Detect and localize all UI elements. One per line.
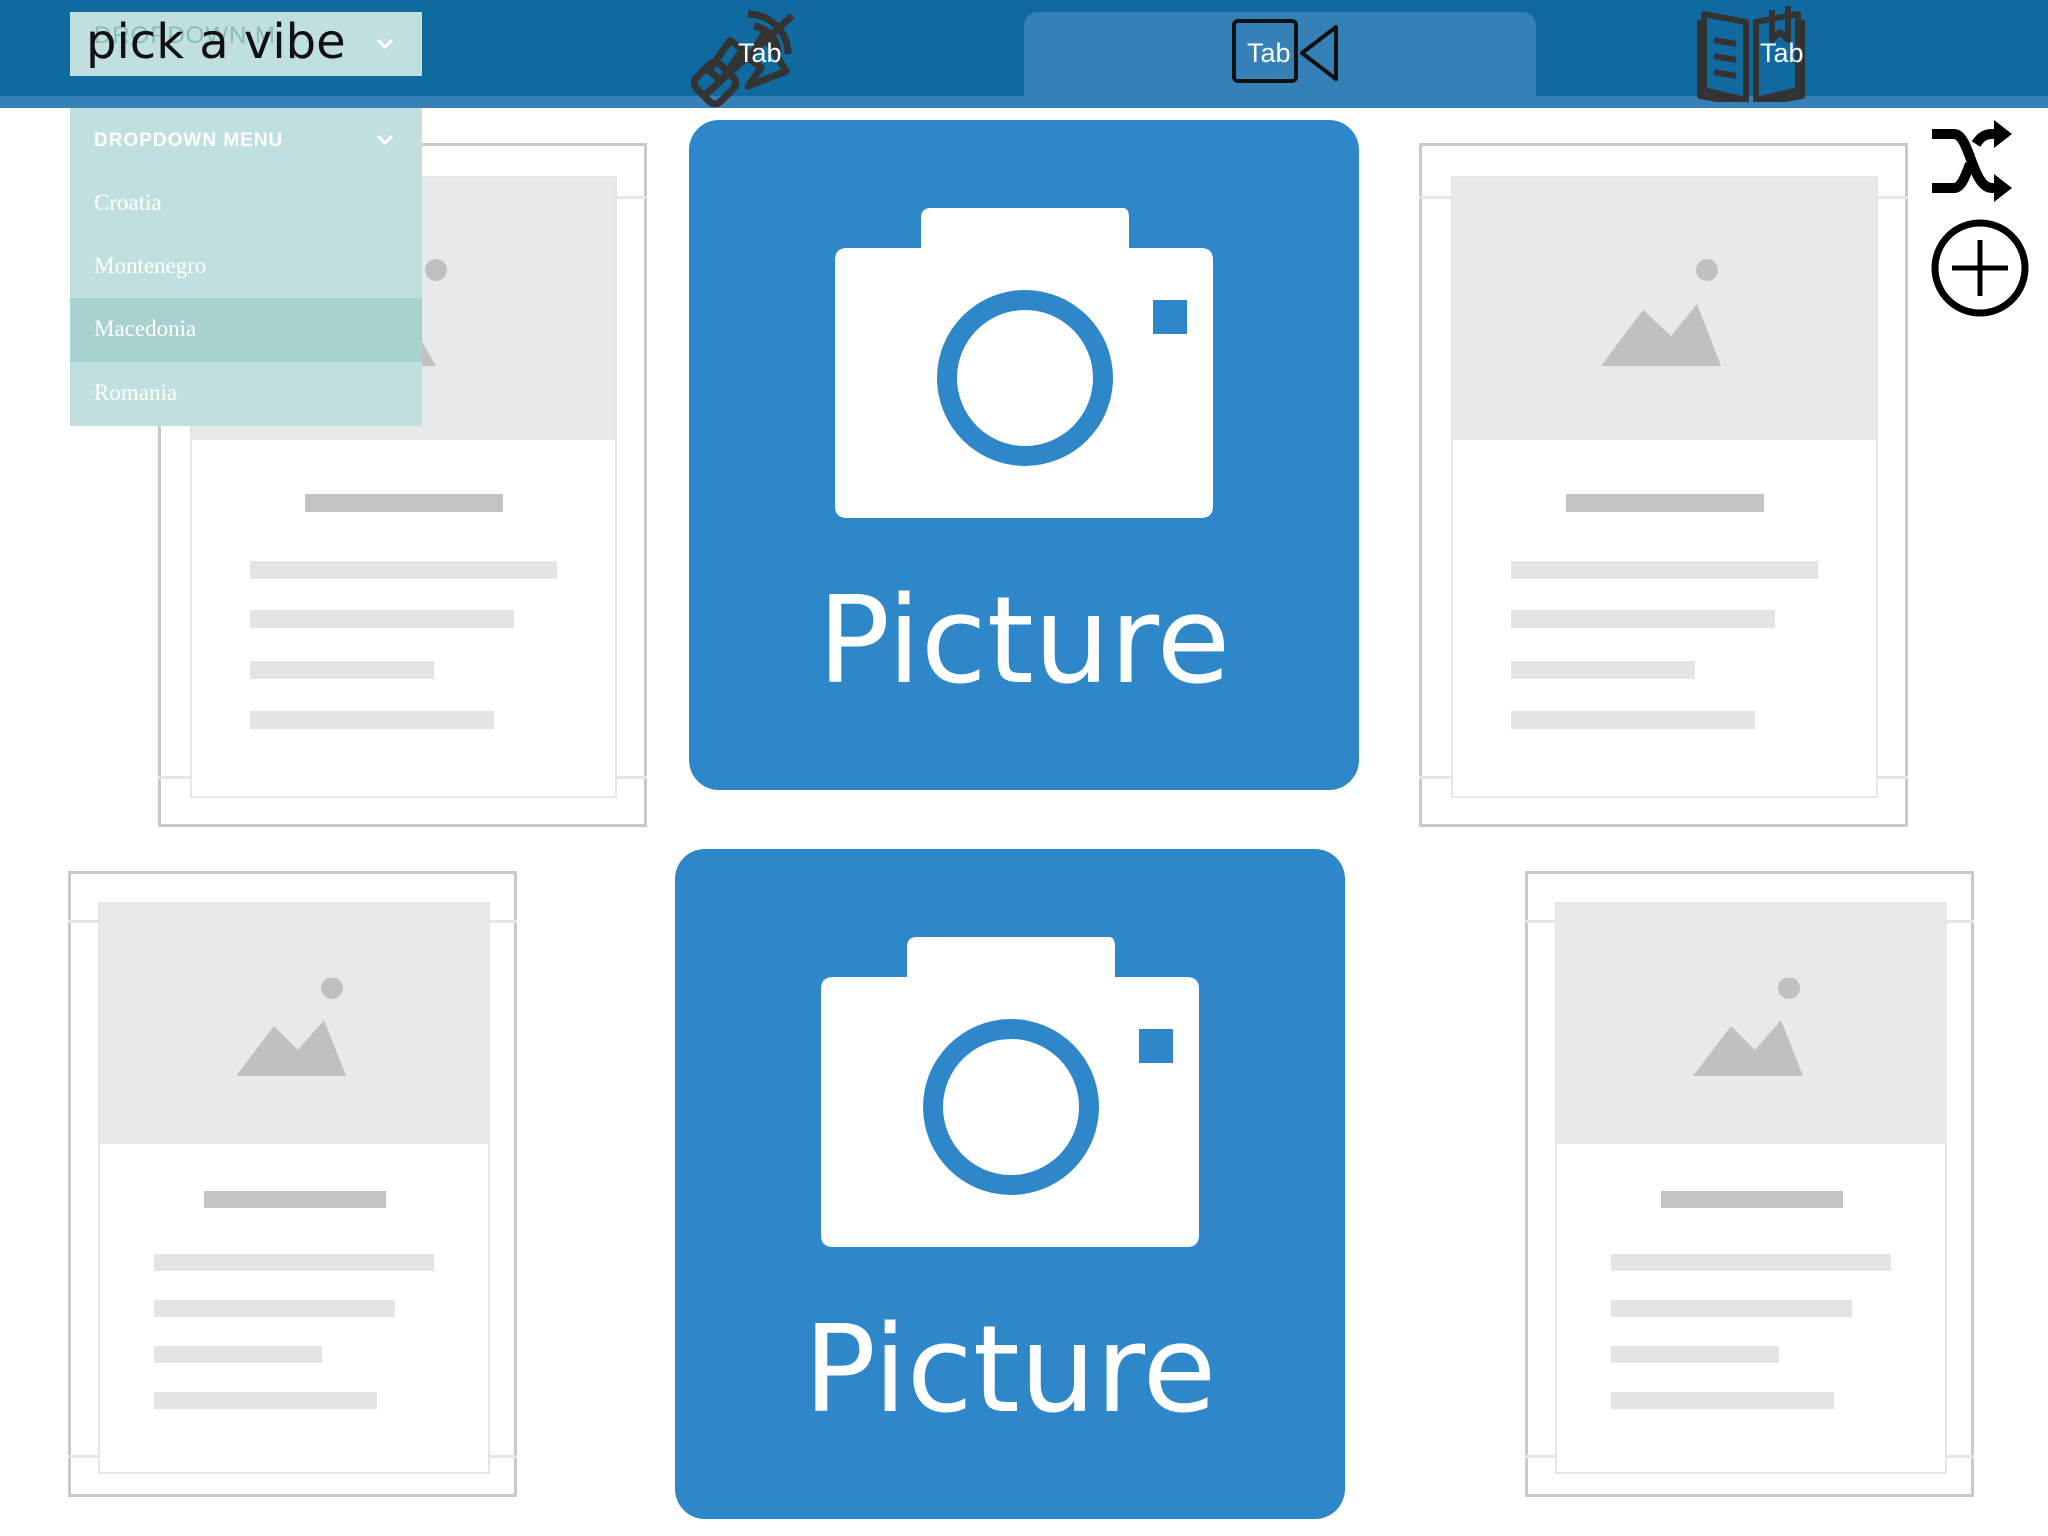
text-line-placeholder (250, 561, 557, 579)
chevron-down-icon (376, 38, 394, 50)
picture-label: Picture (803, 1301, 1217, 1440)
text-line-placeholder (1611, 1300, 1852, 1317)
tab-label: Tab (738, 38, 782, 68)
card-body (1555, 902, 1947, 1474)
tab-book[interactable]: Tab (1536, 0, 2048, 102)
dropdown-item-label: Croatia (94, 190, 162, 215)
content-card[interactable] (68, 871, 517, 1497)
dropdown-item-macedonia[interactable]: Macedonia (70, 298, 422, 362)
image-placeholder-icon (1693, 978, 1803, 1076)
dropdown-value: pick a vibe (86, 14, 346, 70)
text-line-placeholder (1511, 561, 1818, 579)
text-line-placeholder (1611, 1392, 1834, 1409)
text-line-placeholder (1611, 1346, 1779, 1363)
text-line-placeholder (154, 1392, 377, 1409)
card-title-placeholder (305, 494, 503, 512)
dropdown-item-romania[interactable]: Romania (70, 362, 422, 426)
video-lens-icon (1300, 25, 1338, 81)
text-line-placeholder (154, 1254, 434, 1271)
text-line-placeholder (250, 661, 434, 679)
text-line-placeholder (1511, 610, 1775, 628)
dropdown-item-label: Macedonia (94, 316, 197, 341)
tab-label: Tab (1760, 38, 1804, 68)
text-line-placeholder (250, 610, 514, 628)
vibe-dropdown[interactable]: DROPDOWN M pick a vibe (70, 12, 422, 76)
tab-mute[interactable]: Tab (512, 0, 1024, 108)
card-image (1453, 178, 1876, 440)
shuffle-icon[interactable] (1928, 120, 2012, 204)
tab-video[interactable]: Tab (1024, 12, 1536, 96)
card-body (98, 902, 490, 1474)
text-line-placeholder (1511, 711, 1755, 729)
dropdown-menu-header: DROPDOWN MENU (94, 130, 284, 151)
chevron-down-icon[interactable] (376, 134, 394, 146)
dropdown-menu: DROPDOWN MENU Croatia Montenegro Macedon… (70, 108, 422, 426)
card-title-placeholder (204, 1191, 386, 1208)
text-line-placeholder (154, 1346, 322, 1363)
card-image (100, 904, 488, 1144)
image-placeholder-icon (1601, 259, 1721, 366)
dropdown-item-label: Romania (94, 380, 178, 405)
picture-tile[interactable]: Picture (675, 849, 1345, 1519)
card-title-placeholder (1661, 1191, 1843, 1208)
add-circle-icon[interactable] (1928, 216, 2032, 320)
picture-label: Picture (817, 572, 1231, 711)
image-placeholder-icon (236, 978, 346, 1076)
dropdown-item-montenegro[interactable]: Montenegro (70, 235, 422, 299)
text-line-placeholder (154, 1300, 395, 1317)
text-line-placeholder (1511, 661, 1695, 679)
camera-icon (821, 937, 1199, 1247)
tab-label: Tab (1247, 38, 1291, 68)
text-line-placeholder (250, 711, 494, 729)
card-image (1557, 904, 1945, 1144)
card-title-placeholder (1566, 494, 1764, 512)
picture-tile[interactable]: Picture (689, 120, 1359, 790)
camera-icon (835, 208, 1213, 518)
card-body (1451, 176, 1878, 798)
dropdown-item-label: Montenegro (94, 253, 207, 278)
text-line-placeholder (1611, 1254, 1891, 1271)
dropdown-item-croatia[interactable]: Croatia (70, 172, 422, 236)
content-card[interactable] (1525, 871, 1974, 1497)
content-card[interactable] (1419, 143, 1908, 827)
